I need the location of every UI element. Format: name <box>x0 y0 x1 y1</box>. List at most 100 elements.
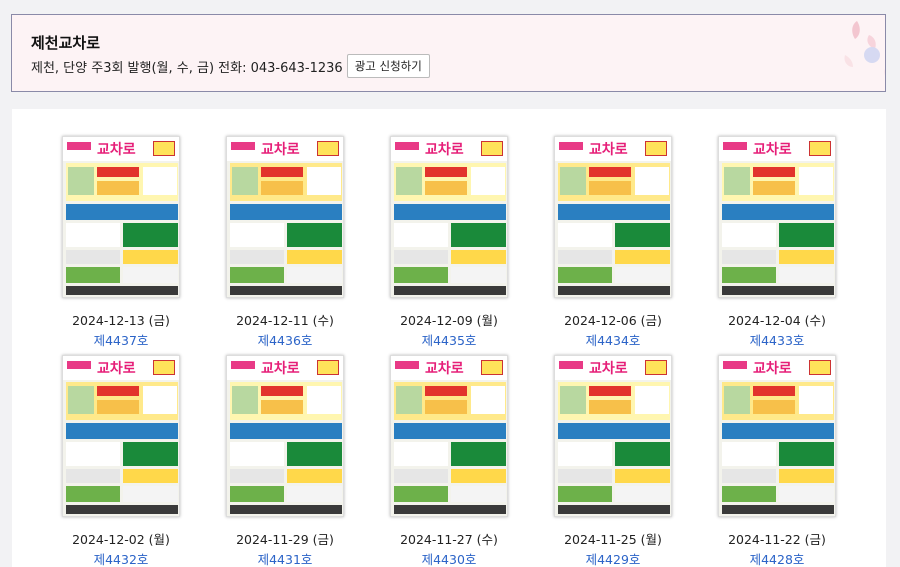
thumbnail-block <box>753 167 795 177</box>
thumbnail-block <box>722 286 834 295</box>
thumbnail-block <box>615 486 670 502</box>
issue-grid: 교차로 2024-12-13 (금) 제4437호 교차로 2024-12-11 (수)… <box>12 109 886 567</box>
issue-card: 교차로 2024-12-11 (수) 제4436호 <box>226 136 344 349</box>
thumbnail-block <box>97 181 139 195</box>
issue-thumbnail[interactable]: 교차로 <box>554 136 672 298</box>
thumbnail-block <box>230 223 284 247</box>
issue-date: 2024-12-02 (월) <box>72 532 170 547</box>
thumbnail-block <box>558 469 612 483</box>
issue-card: 교차로 2024-11-29 (금) 제4431호 <box>226 355 344 567</box>
thumbnail-block <box>123 442 178 466</box>
masthead-badge <box>645 360 667 375</box>
thumbnail-block <box>396 167 422 195</box>
thumbnail-block <box>724 386 750 414</box>
thumbnail-block <box>66 204 178 220</box>
thumbnail-block <box>560 386 586 414</box>
masthead-badge <box>317 360 339 375</box>
masthead-logo: 교차로 <box>753 142 792 158</box>
header-panel: 제천교차로 제천, 단양 주3회 발행(월, 수, 금) 전화: 043-643… <box>11 14 886 92</box>
masthead-logo: 교차로 <box>589 361 628 377</box>
masthead-bar <box>231 142 255 150</box>
thumbnail-block <box>66 505 178 514</box>
masthead-logo: 교차로 <box>261 361 300 377</box>
thumbnail-block <box>558 505 670 514</box>
thumbnail-block <box>230 267 284 283</box>
issue-thumbnail[interactable]: 교차로 <box>62 355 180 517</box>
issue-number-link[interactable]: 제4432호 <box>62 549 180 567</box>
thumbnail-block <box>143 386 177 414</box>
issue-number-link[interactable]: 제4433호 <box>718 330 836 349</box>
thumbnail-block <box>230 505 342 514</box>
thumbnail-block <box>230 204 342 220</box>
thumbnail-block <box>394 486 448 502</box>
thumbnail-block <box>232 167 258 195</box>
issue-number-link[interactable]: 제4431호 <box>226 549 344 567</box>
thumbnail-block <box>589 181 631 195</box>
issue-thumbnail[interactable]: 교차로 <box>390 355 508 517</box>
page-subtitle: 제천, 단양 주3회 발행(월, 수, 금) 전화: 043-643-1236 … <box>31 54 430 78</box>
masthead-badge <box>645 141 667 156</box>
thumbnail-block <box>123 267 178 283</box>
thumbnail-block <box>722 250 776 264</box>
issue-date: 2024-12-13 (금) <box>72 313 170 328</box>
thumbnail-block <box>471 386 505 414</box>
thumbnail-block <box>615 469 670 483</box>
thumbnail-block <box>425 386 467 396</box>
thumbnail-block <box>799 167 833 195</box>
thumbnail-block <box>779 250 834 264</box>
issue-card: 교차로 2024-11-25 (월) 제4429호 <box>554 355 672 567</box>
thumbnail-masthead: 교차로 <box>391 137 507 161</box>
issue-thumbnail[interactable]: 교차로 <box>226 136 344 298</box>
thumbnail-block <box>394 442 448 466</box>
thumbnail-block <box>724 167 750 195</box>
thumbnail-block <box>451 223 506 247</box>
thumbnail-block <box>451 250 506 264</box>
thumbnail-block <box>66 267 120 283</box>
thumbnail-block <box>307 386 341 414</box>
thumbnail-block <box>615 442 670 466</box>
issue-thumbnail[interactable]: 교차로 <box>554 355 672 517</box>
thumbnail-block <box>143 167 177 195</box>
issue-number-link[interactable]: 제4434호 <box>554 330 672 349</box>
thumbnail-block <box>307 167 341 195</box>
issue-thumbnail[interactable]: 교차로 <box>390 136 508 298</box>
thumbnail-block <box>230 423 342 439</box>
thumbnail-block <box>779 486 834 502</box>
issue-number-link[interactable]: 제4430호 <box>390 549 508 567</box>
issue-thumbnail[interactable]: 교차로 <box>718 136 836 298</box>
ad-apply-button[interactable]: 광고 신청하기 <box>346 54 430 78</box>
thumbnail-block <box>287 223 342 247</box>
issue-date: 2024-12-06 (금) <box>564 313 662 328</box>
issue-card: 교차로 2024-12-02 (월) 제4432호 <box>62 355 180 567</box>
thumbnail-block <box>722 486 776 502</box>
masthead-badge <box>317 141 339 156</box>
thumbnail-block <box>66 423 178 439</box>
thumbnail-block <box>394 505 506 514</box>
issue-number-link[interactable]: 제4436호 <box>226 330 344 349</box>
issue-thumbnail[interactable]: 교차로 <box>718 355 836 517</box>
issue-thumbnail[interactable]: 교차로 <box>226 355 344 517</box>
issue-number-link[interactable]: 제4437호 <box>62 330 180 349</box>
thumbnail-block <box>287 469 342 483</box>
issue-number-link[interactable]: 제4429호 <box>554 549 672 567</box>
thumbnail-masthead: 교차로 <box>555 356 671 380</box>
issue-date: 2024-12-11 (수) <box>236 313 334 328</box>
masthead-bar <box>67 361 91 369</box>
issue-card: 교차로 2024-12-04 (수) 제4433호 <box>718 136 836 349</box>
issue-number-link[interactable]: 제4428호 <box>718 549 836 567</box>
issue-thumbnail[interactable]: 교차로 <box>62 136 180 298</box>
issue-number-link[interactable]: 제4435호 <box>390 330 508 349</box>
thumbnail-masthead: 교차로 <box>63 356 179 380</box>
thumbnail-block <box>230 286 342 295</box>
thumbnail-block <box>589 167 631 177</box>
thumbnail-block <box>779 223 834 247</box>
thumbnail-block <box>753 386 795 396</box>
thumbnail-block <box>425 181 467 195</box>
thumbnail-block <box>558 486 612 502</box>
thumbnail-block <box>261 181 303 195</box>
issue-card: 교차로 2024-12-06 (금) 제4434호 <box>554 136 672 349</box>
thumbnail-block <box>287 442 342 466</box>
thumbnail-block <box>451 486 506 502</box>
thumbnail-block <box>753 181 795 195</box>
thumbnail-block <box>558 267 612 283</box>
